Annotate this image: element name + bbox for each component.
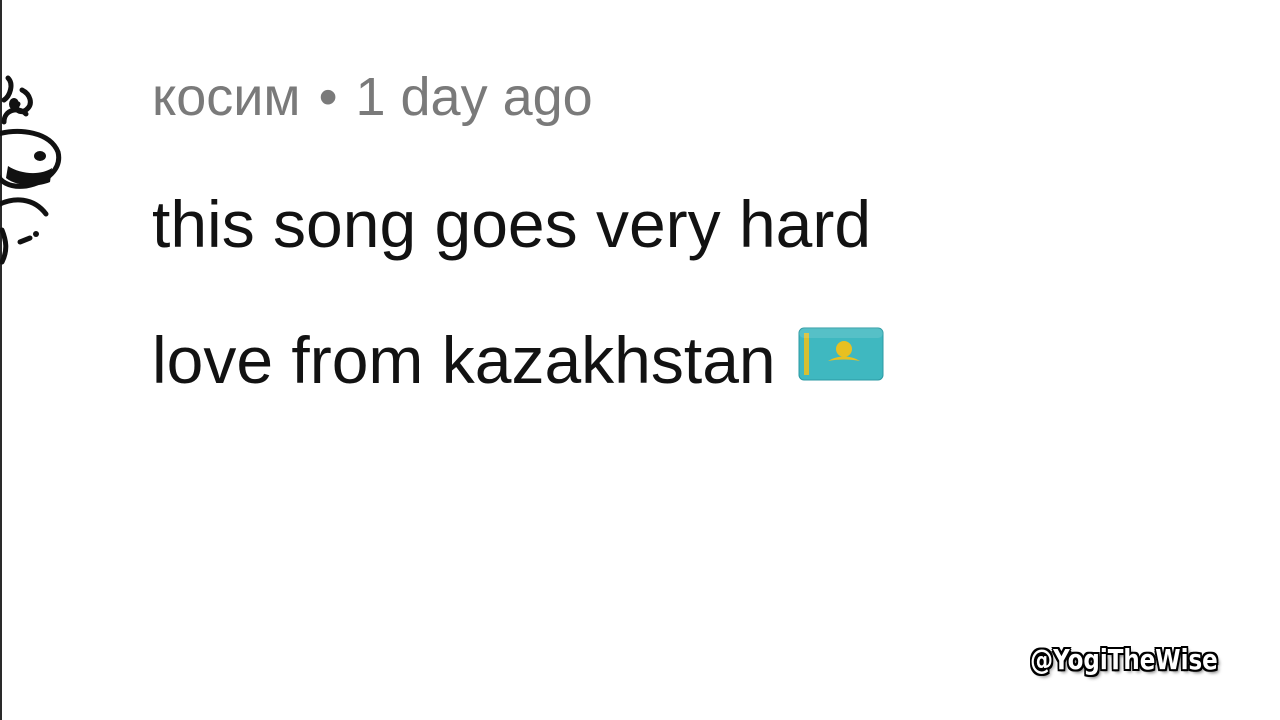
- comment-text-line-1: this song goes very hard: [152, 187, 872, 261]
- watermark: @YogiTheWise: [1030, 643, 1218, 676]
- comment: косим • 1 day ago this song goes very hard…: [152, 62, 1152, 397]
- meta-separator: •: [318, 67, 338, 127]
- avatar-drawing-icon: [0, 75, 62, 265]
- avatar[interactable]: [0, 70, 72, 270]
- kazakhstan-flag-icon: [798, 320, 884, 400]
- comment-text-line-2: love from kazakhstan: [152, 320, 884, 406]
- comment-author[interactable]: косим: [152, 67, 301, 127]
- comment-meta: косим • 1 day ago: [152, 62, 1152, 132]
- comment-timestamp[interactable]: 1 day ago: [355, 67, 592, 127]
- comment-text-line-2-label: love from kazakhstan: [152, 323, 776, 397]
